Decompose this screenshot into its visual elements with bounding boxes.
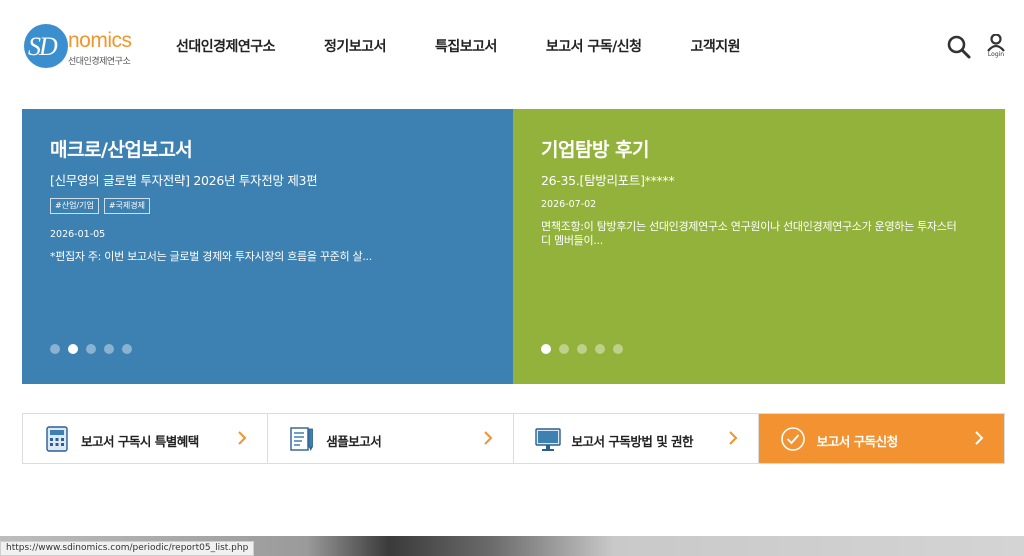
carousel-dot-active[interactable] — [68, 344, 78, 354]
nav-item-subscription[interactable]: 보고서 구독/신청 — [546, 36, 642, 56]
carousel-dot[interactable] — [559, 344, 569, 354]
carousel-dot[interactable] — [122, 344, 132, 354]
chevron-right-icon — [238, 431, 247, 445]
carousel-dots — [541, 344, 623, 354]
login-label: Login — [987, 51, 1005, 58]
logo-mark: SD — [28, 32, 58, 61]
tag-international[interactable]: #국제경제 — [103, 198, 150, 214]
panel-title: 매크로/산업보고서 — [50, 139, 193, 161]
panel-description: *편집자 주: 이번 보고서는 글로벌 경제와 투자시장의 흐름을 꾸준히 살.… — [50, 250, 372, 263]
status-bar-url: https://www.sdinomics.com/periodic/repor… — [0, 541, 255, 556]
chevron-right-icon — [729, 431, 738, 445]
chevron-right-icon — [483, 431, 492, 445]
panel-subtitle[interactable]: [신무영의 글로벌 투자전략] 2026년 투자전망 제3편 — [50, 170, 318, 189]
report-panel-company-visit[interactable]: 기업탐방 후기 26-35.[탐방리포트]***** 2026-07-02 면책… — [513, 109, 1005, 384]
check-circle-icon — [780, 427, 805, 451]
carousel-dot-active[interactable] — [541, 344, 551, 354]
panel-title: 기업탐방 후기 — [541, 139, 650, 161]
user-icon — [987, 33, 1005, 52]
document-pen-icon — [290, 427, 314, 451]
quick-link-sample[interactable]: 샘플보고서 — [268, 414, 514, 463]
carousel-dot[interactable] — [577, 344, 587, 354]
panel-description: 면책조항:이 탐방후기는 선대인경제연구소 연구원이나 선대인경제연구소가 운영… — [541, 220, 957, 247]
tag-industry[interactable]: #산업/기업 — [50, 198, 99, 214]
quick-link-label: 샘플보고서 — [326, 434, 382, 449]
carousel-dot[interactable] — [50, 344, 60, 354]
carousel-dot[interactable] — [595, 344, 605, 354]
nav-item-periodic-reports[interactable]: 정기보고서 — [324, 36, 386, 56]
carousel-dot[interactable] — [86, 344, 96, 354]
carousel-dots — [50, 344, 132, 354]
panel-tags: #산업/기업 #국제경제 — [50, 198, 150, 214]
logo-subtitle: 선대인경제연구소 — [68, 57, 131, 67]
nav-item-special-reports[interactable]: 특집보고서 — [435, 36, 497, 56]
panel-date: 2026-07-02 — [541, 199, 597, 210]
panel-subtitle[interactable]: 26-35.[탐방리포트]***** — [541, 170, 675, 189]
quick-link-subscription-method[interactable]: 보고서 구독방법 및 권한 — [514, 414, 759, 463]
nav-item-institute[interactable]: 선대인경제연구소 — [176, 36, 276, 56]
site-header: SD nomics 선대인경제연구소 선대인경제연구소 정기보고서 특집보고서 … — [0, 0, 1024, 95]
quick-link-benefits[interactable]: 보고서 구독시 특별혜택 — [23, 414, 269, 463]
calculator-icon — [46, 426, 68, 452]
panel-date: 2026-01-05 — [50, 229, 106, 240]
site-logo[interactable]: SD nomics 선대인경제연구소 — [24, 24, 144, 70]
nav-item-support[interactable]: 고객지원 — [691, 36, 741, 56]
search-icon[interactable] — [946, 34, 972, 60]
carousel-dot[interactable] — [613, 344, 623, 354]
carousel-dot[interactable] — [104, 344, 114, 354]
report-panel-macro[interactable]: 매크로/산업보고서 [신무영의 글로벌 투자전략] 2026년 투자전망 제3편… — [22, 109, 513, 384]
chevron-right-icon — [975, 431, 984, 445]
main-nav: 선대인경제연구소 정기보고서 특집보고서 보고서 구독/신청 고객지원 — [176, 36, 741, 56]
quick-link-subscribe[interactable]: 보고서 구독신청 — [758, 414, 1004, 463]
quick-link-label: 보고서 구독신청 — [816, 434, 898, 449]
quick-link-label: 보고서 구독방법 및 권한 — [571, 434, 694, 449]
logo-name: nomics — [68, 29, 132, 52]
login-button[interactable]: Login — [984, 33, 1008, 60]
quick-link-label: 보고서 구독시 특별혜택 — [81, 434, 199, 449]
monitor-icon — [534, 428, 561, 451]
quick-links: 보고서 구독시 특별혜택 샘플보고서 보고서 구독방법 및 권한 보고서 구독신… — [22, 413, 1005, 464]
